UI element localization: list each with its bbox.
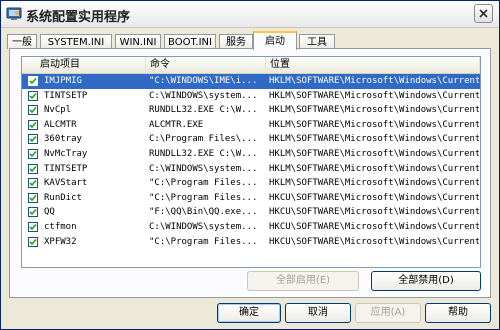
system-config-icon [6, 6, 22, 22]
checkmark-icon [29, 121, 37, 128]
table-row[interactable]: RunDict "C:\Program Files... HKCU\SOFTWARE… [22, 191, 480, 206]
startup-location: HKLM\SOFTWARE\Microsoft\Windows\Current.… [269, 178, 479, 189]
startup-command: C:\WINDOWS\system... [149, 163, 258, 174]
checkmark-icon [29, 136, 37, 143]
table-row[interactable]: TINTSETP C:\WINDOWS\system... HKLM\SOFTWAR… [22, 89, 480, 104]
close-button[interactable] [474, 4, 493, 23]
startup-item-name: KAVStart [44, 178, 88, 189]
table-row[interactable]: KAVStart "C:\Program Files... HKLM\SOFTWAR… [22, 176, 480, 191]
startup-checkbox[interactable] [28, 236, 38, 247]
checkmark-icon [29, 194, 37, 201]
cancel-button[interactable]: 取消 [285, 303, 351, 323]
help-button[interactable]: 帮助 [425, 303, 491, 323]
startup-checkbox[interactable] [28, 207, 38, 218]
checkmark-icon [29, 223, 37, 231]
startup-checkbox[interactable] [28, 192, 38, 203]
checkmark-icon [29, 238, 37, 245]
tab-strip: 一般 SYSTEM.INI WIN.INI BOOT.INI 服务 启动 工具 [7, 31, 493, 50]
startup-checkbox[interactable] [28, 90, 38, 101]
table-row[interactable]: ctfmon C:\WINDOWS\system... HKCU\SOFTWARE\… [22, 220, 480, 235]
apply-button[interactable]: 应用(A) [355, 303, 421, 323]
startup-item-name: ctfmon [44, 221, 77, 232]
startup-location: HKLM\SOFTWARE\Microsoft\Windows\Current.… [269, 148, 479, 159]
startup-location: HKLM\SOFTWARE\Microsoft\Windows\Current.… [269, 134, 479, 145]
table-row[interactable]: QQ "F:\QQ\Bin\QQ.exe... HKCU\SOFTWARE\Micr… [22, 205, 480, 220]
startup-checkbox[interactable] [28, 178, 38, 189]
checkmark-icon [29, 150, 37, 158]
startup-command: "C:\Program Files... [149, 236, 258, 247]
tab-services[interactable]: 服务 [219, 34, 253, 49]
table-row[interactable]: TINTSETP C:\WINDOWS\system... HKLM\SOFTWAR… [22, 162, 480, 177]
column-location[interactable]: 位置 [266, 57, 480, 73]
checkmark-icon [29, 180, 37, 187]
startup-item-name: RunDict [44, 192, 82, 203]
startup-checkbox[interactable] [28, 148, 38, 159]
startup-location: HKLM\SOFTWARE\Microsoft\Windows\Current.… [269, 163, 479, 174]
startup-command: "C:\Program Files... [149, 192, 258, 203]
startup-command: ALCMTR.EXE [149, 119, 204, 130]
startup-location: HKLM\SOFTWARE\Microsoft\Windows\Current.… [269, 105, 479, 116]
checkmark-icon [29, 209, 37, 216]
startup-panel: 启动项目 命令 位置 IMJPMIG "C:\WINDOWS\IME\i... HK… [9, 48, 491, 298]
startup-checkbox[interactable] [28, 134, 38, 145]
startup-item-name: NvCpl [44, 105, 72, 116]
startup-item-name: TINTSETP [44, 163, 88, 174]
tab-win-ini[interactable]: WIN.INI [115, 34, 161, 49]
ok-button[interactable]: 确定 [217, 303, 281, 323]
tab-startup[interactable]: 启动 [253, 31, 297, 50]
close-icon [479, 9, 488, 18]
startup-checkbox[interactable] [28, 105, 38, 116]
startup-command: RUNDLL32.EXE C:\W... [149, 148, 258, 159]
checkmark-icon [29, 77, 37, 85]
startup-command: "F:\QQ\Bin\QQ.exe... [149, 207, 258, 218]
column-startup-item[interactable]: 启动项目 [22, 57, 146, 73]
list-header: 启动项目 命令 位置 [22, 57, 480, 74]
tab-tools[interactable]: 工具 [299, 34, 335, 49]
startup-item-name: 360tray [44, 134, 82, 145]
title-bar[interactable]: 系统配置实用程序 [1, 1, 499, 28]
startup-item-name: ALCMTR [44, 119, 77, 130]
startup-item-name: TINTSETP [44, 90, 88, 101]
startup-location: HKCU\SOFTWARE\Microsoft\Windows\Current.… [269, 221, 479, 232]
startup-checkbox[interactable] [28, 221, 38, 232]
startup-list[interactable]: 启动项目 命令 位置 IMJPMIG "C:\WINDOWS\IME\i... HK… [21, 56, 481, 268]
column-command[interactable]: 命令 [146, 57, 266, 73]
startup-location: HKLM\SOFTWARE\Microsoft\Windows\Current.… [269, 119, 479, 130]
startup-checkbox[interactable] [28, 163, 38, 174]
startup-location: HKLM\SOFTWARE\Microsoft\Windows\Current.… [269, 90, 479, 101]
startup-command: RUNDLL32.EXE C:\W... [149, 105, 258, 116]
startup-command: "C:\WINDOWS\IME\i... [149, 76, 258, 86]
tab-system-ini[interactable]: SYSTEM.INI [40, 34, 112, 49]
system-config-window: 系统配置实用程序 一般 SYSTEM.INI WIN.INI BOOT.INI … [0, 0, 500, 330]
startup-location: HKCU\SOFTWARE\Microsoft\Windows\Current.… [269, 192, 479, 203]
startup-command: C:\WINDOWS\system... [149, 90, 258, 101]
disable-all-button[interactable]: 全部禁用(D) [371, 271, 481, 291]
checkmark-icon [29, 165, 37, 172]
startup-checkbox[interactable] [28, 119, 38, 130]
checkmark-icon [29, 107, 37, 114]
tab-general[interactable]: 一般 [7, 34, 37, 49]
tab-boot-ini[interactable]: BOOT.INI [164, 34, 216, 49]
startup-command: C:\WINDOWS\system... [149, 221, 258, 232]
startup-checkbox[interactable] [28, 76, 38, 86]
table-row[interactable]: XPFW32 "C:\Program Files... HKCU\SOFTWARE\… [22, 235, 480, 250]
startup-location: HKLM\SOFTWARE\Microsoft\Windows\Current.… [269, 76, 479, 86]
table-row[interactable]: NvMcTray RUNDLL32.EXE C:\W... HKLM\SOFTWAR… [22, 147, 480, 162]
startup-command: "C:\Program Files... [149, 178, 258, 189]
checkmark-icon [29, 92, 37, 99]
table-row[interactable]: NvCpl RUNDLL32.EXE C:\W... HKLM\SOFTWARE\M… [22, 103, 480, 118]
startup-item-name: IMJPMIG [44, 76, 82, 86]
window-title: 系统配置实用程序 [26, 10, 131, 25]
startup-rows: IMJPMIG "C:\WINDOWS\IME\i... HKLM\SOFTWARE… [22, 74, 480, 249]
enable-all-button[interactable]: 全部启用(E) [247, 271, 359, 291]
startup-location: HKCU\SOFTWARE\Microsoft\Windows\Current.… [269, 236, 479, 247]
startup-location: HKCU\SOFTWARE\Microsoft\Windows\Current.… [269, 207, 479, 218]
startup-item-name: NvMcTray [44, 148, 88, 159]
table-row[interactable]: ALCMTR ALCMTR.EXE HKLM\SOFTWARE\Microsoft\… [22, 118, 480, 133]
startup-command: C:\Program Files\... [149, 134, 258, 145]
startup-item-name: QQ [44, 207, 55, 218]
startup-item-name: XPFW32 [44, 236, 77, 247]
table-row[interactable]: IMJPMIG "C:\WINDOWS\IME\i... HKLM\SOFTWARE… [22, 74, 480, 89]
table-row[interactable]: 360tray C:\Program Files\... HKLM\SOFTWARE… [22, 132, 480, 147]
